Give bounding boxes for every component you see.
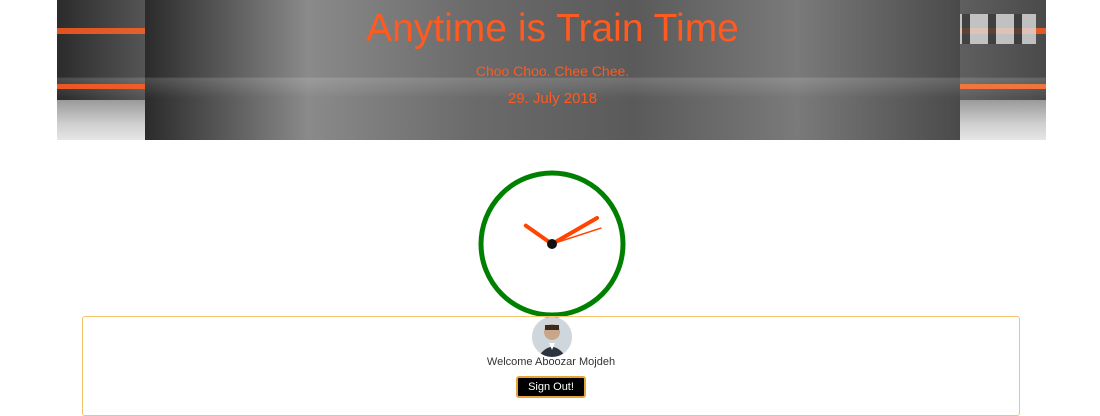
- sign-out-button[interactable]: Sign Out!: [516, 376, 586, 398]
- analog-clock: [478, 170, 626, 318]
- user-avatar-icon: [532, 317, 572, 357]
- user-avatar: [532, 317, 572, 357]
- page-subtitle: Choo Choo. Chee Chee.: [475, 63, 630, 79]
- welcome-message: Welcome Aboozar Mojdeh: [486, 356, 616, 368]
- clock-center-pin: [547, 239, 557, 249]
- current-date: 29. July 2018: [507, 90, 598, 107]
- page-title: Anytime is Train Time: [366, 7, 739, 50]
